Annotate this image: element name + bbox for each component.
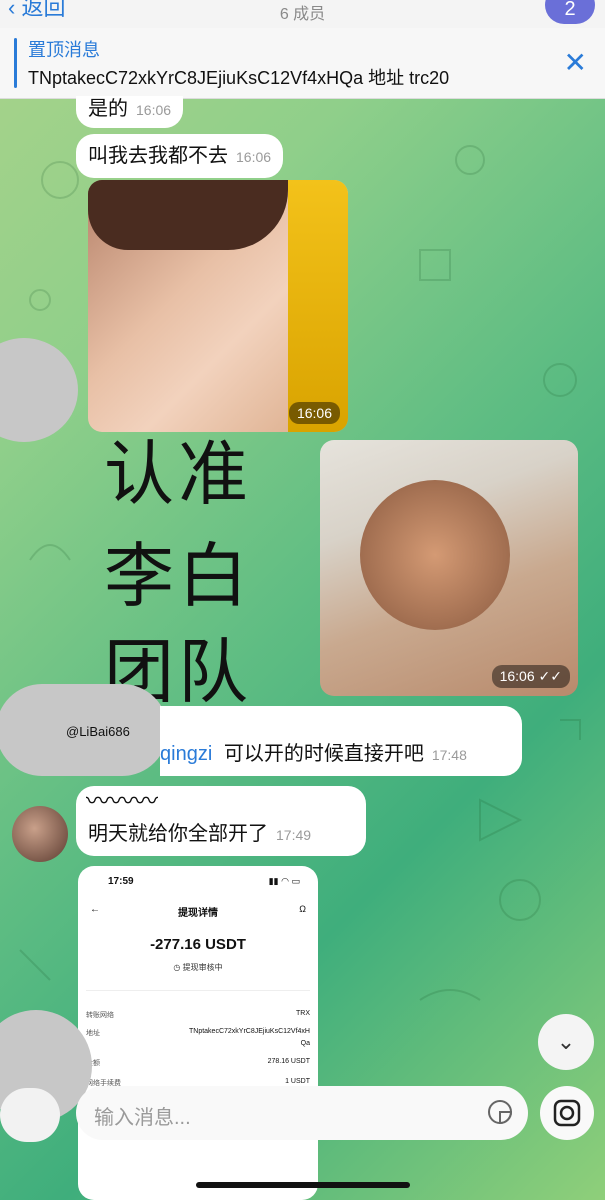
message-bubble[interactable]: 〰〰〰 明天就给你全部开了 17:49 xyxy=(76,786,366,856)
row-value: TRX xyxy=(296,1010,310,1017)
row-value: Qa xyxy=(300,1040,310,1047)
members-count: 6 成员 xyxy=(279,6,326,23)
withdrawal-screenshot[interactable]: 17:59 ▮▮ ◠ ▭ ← 提现详情 Ω -277.16 USDT ◷ 提现审… xyxy=(78,866,318,1200)
row-value: 1 USDT xyxy=(285,1078,310,1085)
message-text: 叫我去我都不去 xyxy=(88,145,228,167)
avatar[interactable] xyxy=(12,806,68,862)
screenshot-status-time: 17:59 xyxy=(108,876,134,887)
header: ‹ 返回 6 成员 2 xyxy=(0,0,605,28)
photo-time: 16:06 ✓✓ xyxy=(491,665,570,688)
overlay-line-2: 李白 xyxy=(104,535,252,617)
row-value: TNptakecC72xkYrC8JEjiuKsC12Vf4xH xyxy=(189,1028,310,1035)
close-icon[interactable]: ✕ xyxy=(564,46,587,79)
overlay-handle: @LiBai686 xyxy=(66,724,130,739)
scroll-down-button[interactable]: ⌄ xyxy=(538,1014,594,1070)
message-text: 明天就给你全部开了 xyxy=(88,823,268,845)
photo-time: 16:06 xyxy=(288,402,340,424)
attach-button[interactable] xyxy=(0,1088,60,1142)
screenshot-amount: -277.16 USDT xyxy=(150,936,246,953)
message-text: 可以开的时候直接开吧 xyxy=(223,743,424,765)
detail-row: 金额 278.16 USDT xyxy=(86,1058,310,1068)
photo-face xyxy=(360,480,510,630)
message-bubble[interactable]: 是的 16:06 xyxy=(76,96,184,128)
photo-yellow-cloth xyxy=(288,180,348,432)
home-indicator xyxy=(196,1182,410,1188)
pinned-indicator xyxy=(14,38,17,88)
camera-icon xyxy=(553,1099,581,1127)
photo-hair xyxy=(88,180,288,250)
message-input[interactable]: 输入消息... xyxy=(76,1086,528,1140)
sticker-icon[interactable] xyxy=(486,1098,514,1126)
pinned-title: 置顶消息 xyxy=(28,40,100,60)
pinned-text: TNptakecC72xkYrC8JEjiuKsC12Vf4xHQa 地址 tr… xyxy=(28,68,450,88)
message-bubble[interactable]: 叫我去我都不去 16:06 xyxy=(76,134,284,178)
scribble-name: 〰〰〰 xyxy=(86,788,158,815)
screenshot-status: ◷ 提现审核中 xyxy=(173,963,223,972)
photo-time-text: 16:06 xyxy=(499,668,535,684)
message-bubble[interactable]: qingzi 可以开的时候直接开吧 17:48 xyxy=(160,706,522,776)
message-time: 17:48 xyxy=(431,747,467,763)
detail-row: 地址 TNptakecC72xkYrC8JEjiuKsC12Vf4xH xyxy=(86,1028,310,1038)
camera-button[interactable] xyxy=(540,1086,594,1140)
row-label: 地址 xyxy=(86,1030,100,1037)
message-time: 16:06 xyxy=(236,149,272,165)
overlay-line-1: 认准 xyxy=(104,433,252,515)
message-time: 16:06 xyxy=(136,102,172,118)
status-icons: ▮▮ ◠ ▭ xyxy=(268,876,300,886)
pinned-message[interactable]: 置顶消息 TNptakecC72xkYrC8JEjiuKsC12Vf4xHQa … xyxy=(0,28,605,99)
headset-icon: Ω xyxy=(299,904,306,914)
row-label: 转账网络 xyxy=(86,1012,114,1019)
message-placeholder: 输入消息... xyxy=(94,1107,191,1129)
mention-link[interactable]: qingzi xyxy=(160,743,212,765)
chevron-down-icon: ⌄ xyxy=(556,1029,576,1054)
detail-row: 转账网络 TRX xyxy=(86,1010,310,1020)
row-value: 278.16 USDT xyxy=(267,1058,310,1065)
screenshot-status-text: 提现审核中 xyxy=(182,963,223,972)
message-text: 是的 xyxy=(88,98,128,120)
photo-man[interactable]: 16:06 ✓✓ xyxy=(320,440,578,696)
screenshot-title: 提现详情 xyxy=(178,908,218,919)
photo-child[interactable]: 16:06 xyxy=(88,180,348,432)
divider xyxy=(86,990,310,991)
message-time: 17:49 xyxy=(276,827,312,843)
